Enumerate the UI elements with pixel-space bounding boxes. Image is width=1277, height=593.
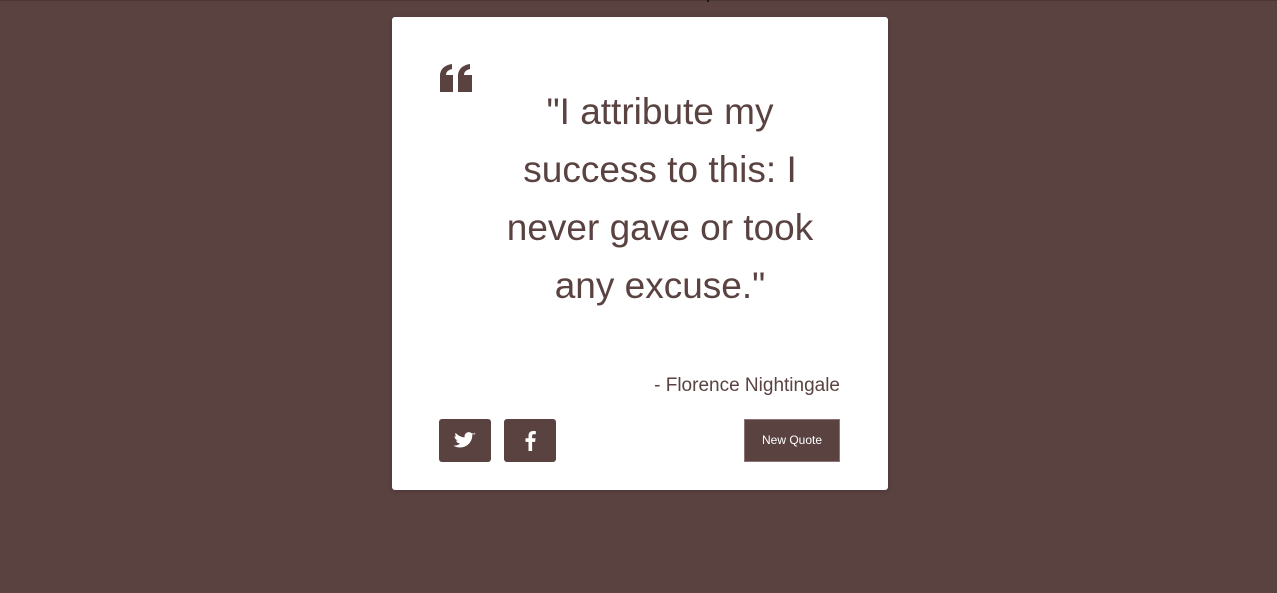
quote-text: "I attribute my success to this: I never…: [506, 91, 814, 306]
facebook-share-button[interactable]: [504, 419, 556, 462]
facebook-icon: [525, 430, 536, 451]
quote-left-icon: [439, 61, 473, 93]
new-quote-button[interactable]: New Quote: [744, 419, 840, 462]
tweet-button[interactable]: [439, 419, 491, 462]
quote-card: "I attribute my success to this: I never…: [392, 17, 888, 490]
quote-author: - Florence Nightingale: [654, 375, 840, 396]
cropped-top-glyph: [707, 0, 711, 2]
page-background: "I attribute my success to this: I never…: [0, 0, 1277, 593]
twitter-icon: [454, 431, 476, 450]
top-edge-divider: [0, 0, 1277, 1]
